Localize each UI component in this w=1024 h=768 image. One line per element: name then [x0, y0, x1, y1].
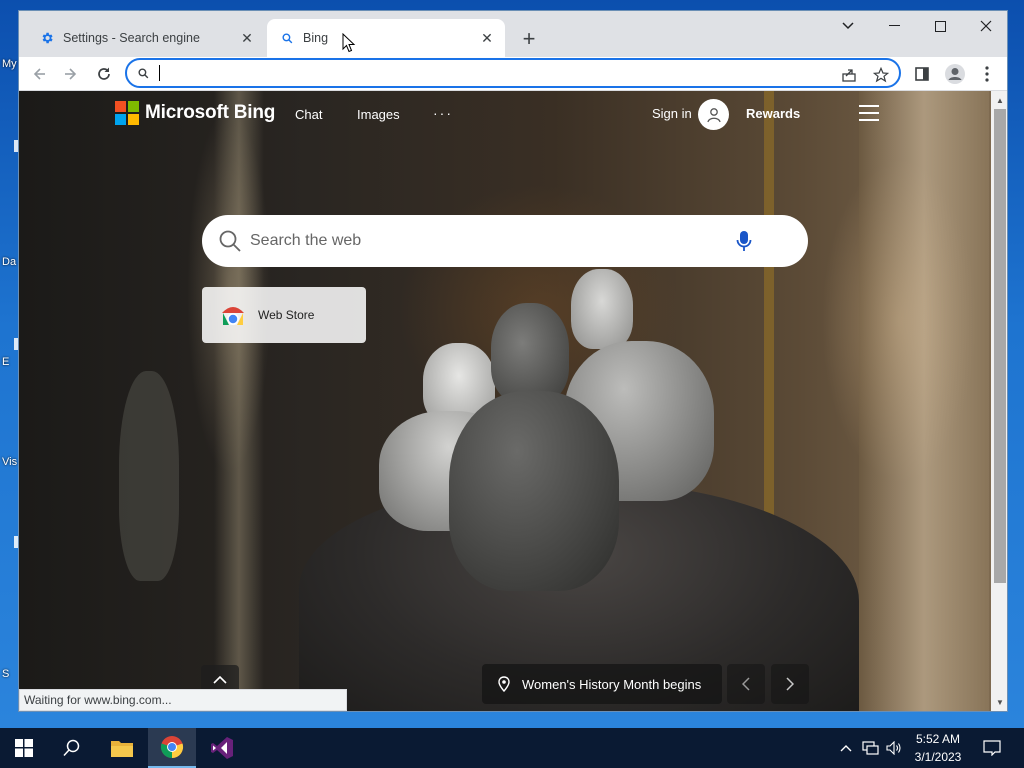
search-icon — [137, 65, 153, 81]
nav-images[interactable]: Images — [357, 107, 400, 122]
notification-center-icon[interactable] — [978, 728, 1006, 768]
desktop-icon-label[interactable]: My — [2, 58, 17, 70]
folder-icon — [111, 741, 133, 757]
taskbar-search-button[interactable] — [48, 728, 96, 768]
bing-logo[interactable]: Microsoft Bing — [115, 101, 275, 125]
status-bar: Waiting for www.bing.com... — [19, 689, 347, 711]
hamburger-menu-icon[interactable] — [859, 105, 879, 121]
user-icon — [706, 107, 721, 122]
brand-title: Microsoft Bing — [145, 102, 276, 123]
microphone-icon[interactable] — [732, 229, 756, 253]
mouse-cursor-icon — [342, 33, 356, 53]
bing-search-box[interactable] — [202, 215, 808, 267]
network-icon[interactable] — [860, 728, 882, 768]
clock-date: 3/1/2023 — [914, 750, 962, 764]
shortcut-tile-web-store[interactable]: Web Store — [202, 287, 366, 343]
desktop-icon-label[interactable]: E — [2, 356, 9, 368]
taskbar-clock[interactable]: 5:52 AM 3/1/2023 — [906, 730, 970, 766]
tab-settings[interactable]: Settings - Search engine ✕ — [27, 19, 265, 57]
maximize-button[interactable] — [917, 11, 963, 41]
browser-window: Settings - Search engine ✕ Bing ✕ + Micr… — [18, 10, 1008, 712]
statue-head — [491, 303, 569, 403]
search-icon — [219, 230, 241, 252]
avatar[interactable] — [698, 99, 729, 130]
page-scrollbar[interactable]: ▲ ▼ — [991, 91, 1007, 711]
star-bookmark-icon[interactable] — [869, 63, 893, 87]
chrome-taskbar-button[interactable] — [148, 728, 196, 768]
next-image-button[interactable] — [771, 664, 809, 704]
search-icon — [279, 30, 295, 46]
image-caption[interactable]: Women's History Month begins — [482, 664, 722, 704]
desktop-icon-label[interactable]: S — [2, 668, 9, 680]
clock-time: 5:52 AM — [915, 732, 961, 746]
chrome-icon — [160, 736, 184, 759]
share-icon[interactable] — [837, 63, 861, 87]
tab-label: Settings - Search engine — [63, 31, 200, 45]
scroll-down-arrow-icon[interactable]: ▼ — [995, 697, 1005, 707]
tile-label: Web Store — [258, 308, 315, 322]
back-button[interactable] — [25, 60, 53, 88]
search-icon — [63, 739, 80, 757]
chevron-up-icon — [213, 676, 227, 684]
windows-logo-icon — [15, 739, 33, 757]
tab-label: Bing — [303, 31, 329, 45]
close-tab-icon[interactable]: ✕ — [237, 28, 257, 48]
tab-search-chevron-icon[interactable] — [825, 11, 871, 41]
address-input[interactable] — [160, 65, 899, 81]
tab-strip: Settings - Search engine ✕ Bing ✕ + — [19, 11, 1007, 57]
visual-studio-button[interactable] — [198, 728, 246, 768]
statue-body — [449, 391, 619, 591]
new-tab-button[interactable]: + — [515, 25, 543, 53]
gear-icon — [39, 30, 55, 46]
bing-header: Microsoft Bing Chat Images ··· Sign in R… — [19, 91, 991, 137]
more-menu-icon[interactable] — [973, 60, 1001, 88]
bing-homepage: Microsoft Bing Chat Images ··· Sign in R… — [19, 91, 991, 711]
tray-chevron-up-icon[interactable] — [836, 728, 856, 768]
taskbar: 5:52 AM 3/1/2023 — [0, 728, 1024, 768]
reload-button[interactable] — [90, 60, 118, 88]
previous-image-button[interactable] — [727, 664, 765, 704]
close-window-button[interactable] — [963, 11, 1007, 41]
forward-button[interactable] — [57, 60, 85, 88]
microsoft-logo-icon — [115, 101, 139, 125]
chrome-web-store-icon — [222, 307, 244, 325]
sign-in-link[interactable]: Sign in — [652, 106, 692, 121]
statue-head — [571, 269, 633, 349]
profile-icon[interactable] — [941, 60, 969, 88]
nav-chat[interactable]: Chat — [295, 107, 322, 122]
close-tab-icon[interactable]: ✕ — [477, 28, 497, 48]
chevron-left-icon — [742, 677, 750, 691]
background-statue — [119, 371, 179, 581]
browser-toolbar — [19, 57, 1007, 91]
visual-studio-icon — [211, 737, 233, 759]
rewards-link[interactable]: Rewards — [746, 106, 800, 121]
background-painting-frame — [764, 91, 854, 571]
start-button[interactable] — [0, 728, 48, 768]
background-pillar — [214, 91, 264, 711]
volume-icon[interactable] — [884, 728, 904, 768]
scrollbar-thumb[interactable] — [994, 109, 1006, 583]
desktop-icon-label[interactable]: Da — [2, 256, 16, 268]
minimize-button[interactable] — [871, 11, 917, 41]
desktop-icon-label[interactable]: Vis — [2, 456, 17, 468]
background-pillar — [859, 91, 989, 711]
address-bar[interactable] — [125, 58, 901, 88]
tab-bing[interactable]: Bing ✕ — [267, 19, 505, 57]
nav-more[interactable]: ··· — [433, 105, 453, 121]
location-pin-icon — [498, 676, 510, 692]
chevron-right-icon — [786, 677, 794, 691]
caption-text: Women's History Month begins — [522, 676, 702, 692]
file-explorer-button[interactable] — [98, 728, 146, 768]
side-panel-icon[interactable] — [908, 60, 936, 88]
search-input[interactable] — [250, 226, 732, 256]
scroll-up-arrow-icon[interactable]: ▲ — [995, 95, 1005, 105]
